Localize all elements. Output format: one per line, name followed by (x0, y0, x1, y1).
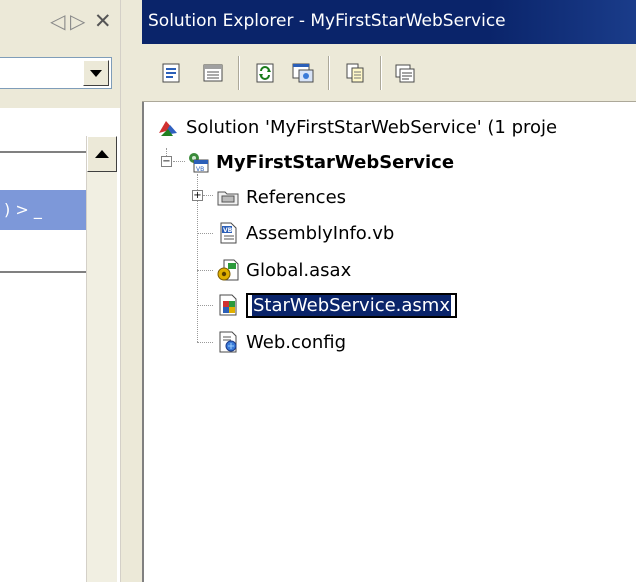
tree-node-solution[interactable]: Solution 'MyFirstStarWebService' (1 proj… (156, 112, 557, 142)
properties-button[interactable] (156, 58, 186, 88)
tree-node-label: AssemblyInfo.vb (246, 222, 395, 244)
solution-icon (159, 121, 177, 136)
view-designer-button[interactable] (288, 58, 318, 88)
divider (0, 151, 86, 153)
vertical-scrollbar[interactable] (86, 136, 117, 582)
left-pane-toolbar (0, 44, 132, 108)
selected-text: StarWebService.asmx (252, 294, 451, 316)
scroll-up-button[interactable] (87, 136, 117, 172)
scroll-left-icon[interactable]: ◁ (50, 9, 65, 33)
combo-dropdown-button[interactable] (83, 60, 109, 86)
refresh-button[interactable] (250, 58, 280, 88)
tree-node-references[interactable]: References (216, 182, 346, 212)
solution-explorer-titlebar[interactable]: Solution Explorer - MyFirstStarWebServic… (142, 0, 636, 44)
close-icon[interactable]: ✕ (94, 9, 112, 33)
solution-tree[interactable]: Solution 'MyFirstStarWebService' (1 proj… (142, 102, 636, 582)
left-pane-titlebar: ◁ ▷ ✕ (0, 0, 132, 44)
tree-connector (197, 305, 213, 306)
view-code-button[interactable] (390, 58, 420, 88)
vb-file-icon: VB (220, 222, 237, 244)
view-code-icon (395, 64, 415, 83)
scroll-right-icon[interactable]: ▷ (70, 9, 85, 33)
tree-connector (197, 270, 213, 271)
tree-node-web-config[interactable]: Web.config (216, 327, 346, 357)
config-file-icon (219, 331, 237, 353)
asmx-file-icon (219, 294, 237, 316)
tree-connector (197, 342, 213, 343)
solution-explorer-toolbar (142, 44, 636, 102)
collapse-toggle[interactable]: − (161, 156, 172, 167)
tree-node-global-asax[interactable]: Global.asax (216, 255, 351, 285)
toolbar-separator (238, 56, 240, 90)
properties-icon (162, 63, 180, 83)
svg-text:VB: VB (196, 166, 204, 173)
divider (0, 271, 86, 273)
copy-project-icon (346, 63, 364, 83)
selected-code-line[interactable]: ) > _ (0, 190, 86, 230)
pane-splitter[interactable] (120, 0, 144, 582)
tree-node-label: Web.config (246, 331, 347, 353)
svg-text:VB: VB (223, 227, 233, 234)
chevron-down-icon (90, 69, 102, 77)
vb-project-icon: VB (189, 153, 209, 173)
tree-connector (173, 161, 185, 162)
rename-input[interactable]: StarWebService.asmx (246, 292, 457, 318)
tree-node-starwebservice[interactable]: StarWebService.asmx (216, 290, 457, 320)
tree-node-label: References (246, 186, 347, 208)
object-combo-box[interactable] (0, 57, 112, 89)
view-designer-icon (292, 63, 314, 83)
panel-title: Solution Explorer - MyFirstStarWebServic… (148, 11, 506, 31)
references-folder-icon (217, 191, 239, 206)
show-all-files-icon (203, 64, 223, 82)
refresh-icon (256, 63, 274, 83)
tree-connector (197, 233, 213, 234)
copy-project-button[interactable] (340, 58, 370, 88)
show-all-files-button[interactable] (198, 58, 228, 88)
tree-node-project[interactable]: VB MyFirstStarWebService (186, 147, 454, 177)
toolbar-separator (328, 56, 330, 90)
left-pane: ◁ ▷ ✕ ) > _ (0, 0, 132, 582)
global-asax-icon (217, 259, 239, 281)
toolbar-separator (380, 56, 382, 90)
solution-explorer: Solution Explorer - MyFirstStarWebServic… (142, 0, 636, 582)
tree-node-label: Global.asax (246, 259, 352, 281)
tree-node-assemblyinfo[interactable]: VB AssemblyInfo.vb (216, 218, 394, 248)
expand-toggle[interactable]: + (192, 190, 203, 201)
tree-node-label: MyFirstStarWebService (216, 151, 455, 173)
left-pane-content: ) > _ (0, 108, 120, 582)
chevron-up-icon (95, 150, 109, 158)
tree-node-label: Solution 'MyFirstStarWebService' (1 proj… (186, 116, 558, 138)
tree-connector (203, 195, 213, 196)
